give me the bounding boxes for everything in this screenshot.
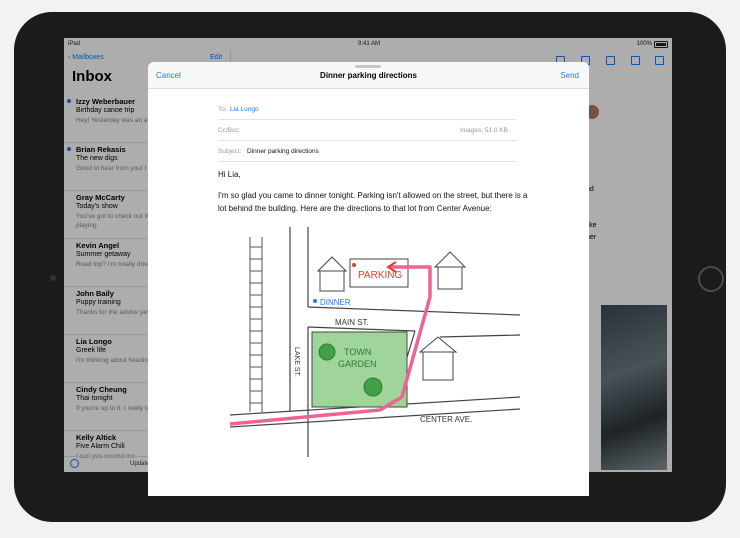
reply-icon[interactable] (631, 56, 640, 65)
to-label: To: (218, 106, 227, 113)
subject-field[interactable]: Subject: Dinner parking directions (218, 141, 516, 162)
body-greeting[interactable]: Hi Lia, (218, 168, 528, 181)
main-st-label: MAIN ST. (335, 318, 369, 327)
sheet-grabber[interactable] (355, 65, 381, 68)
compose-icon[interactable] (655, 56, 664, 65)
mailboxes-label: Mailboxes (72, 54, 104, 61)
home-button[interactable] (698, 266, 724, 292)
unread-dot-icon (67, 99, 71, 103)
filter-icon[interactable] (70, 459, 79, 468)
mail-subject: Summer getaway (76, 251, 131, 258)
mail-subject: Greek life (76, 347, 106, 354)
clock: 9:41 AM (358, 41, 381, 47)
cc-field[interactable]: Cc/Bcc: Images: 51.0 KB (218, 120, 516, 141)
unread-dot-icon (67, 147, 71, 151)
mail-subject: Puppy training (76, 299, 121, 306)
center-ave-label: CENTER AVE. (420, 415, 472, 424)
dinner-label: DINNER (320, 298, 351, 307)
to-field[interactable]: To: Lia Longo (218, 99, 516, 120)
trash-icon[interactable] (606, 56, 615, 65)
mail-from: Lia Longo (76, 337, 112, 346)
to-recipient[interactable]: Lia Longo (230, 106, 259, 113)
railroad-tracks (249, 237, 263, 412)
mail-subject: The new digs (76, 155, 118, 162)
mail-from: Brian Rekasis (76, 145, 126, 154)
mailboxes-back-button[interactable]: ‹ Mailboxes (68, 54, 104, 61)
parking-pin-icon (352, 263, 356, 267)
send-button[interactable]: Send (560, 71, 579, 80)
edit-button[interactable]: Edit (210, 54, 222, 61)
device-label: iPad (68, 41, 81, 47)
cancel-button[interactable]: Cancel (156, 71, 181, 80)
town-garden (311, 331, 408, 408)
mail-from: Gray McCarty (76, 193, 125, 202)
mail-from: Kelly Altick (76, 433, 117, 442)
directions-map-image: PARKING DINNER MAIN ST. TOWN GARDEN LAKE… (230, 227, 520, 457)
mail-from: John Baily (76, 289, 114, 298)
mail-from: Kevin Angel (76, 241, 120, 250)
body-paragraph[interactable]: I'm so glad you came to dinner tonight. … (218, 189, 528, 215)
battery-percent: 100% (636, 41, 652, 47)
compose-nav-bar: Dinner parking directions Cancel Send (148, 62, 589, 89)
mail-subject: Thai tonight (76, 395, 113, 402)
mail-subject: Five Alarm Chili (76, 443, 125, 450)
images-size[interactable]: Images: 51.0 KB (460, 127, 508, 134)
mail-from: Cindy Cheung (76, 385, 127, 394)
garden-label: GARDEN (338, 359, 377, 369)
subject-label: Subject: (218, 148, 242, 155)
battery-icon (654, 41, 668, 48)
mail-subject: Today's show (76, 203, 118, 210)
page-title: Inbox (72, 68, 112, 85)
cc-label: Cc/Bcc: (218, 127, 241, 134)
compose-sheet: Dinner parking directions Cancel Send To… (148, 62, 589, 496)
front-camera (50, 275, 56, 281)
message-photo (601, 305, 667, 470)
subject-value[interactable]: Dinner parking directions (247, 148, 319, 155)
lake-st-label: LAKE ST. (293, 347, 300, 377)
status-bar: iPad 9:41 AM 100% (64, 38, 672, 50)
mail-subject: Birthday canoe trip (76, 107, 135, 114)
town-label: TOWN (344, 347, 371, 357)
parking-label: PARKING (358, 270, 402, 281)
compose-title: Dinner parking directions (320, 71, 417, 80)
mail-from: Izzy Weberbauer (76, 97, 136, 106)
dinner-pin-icon (313, 299, 317, 303)
